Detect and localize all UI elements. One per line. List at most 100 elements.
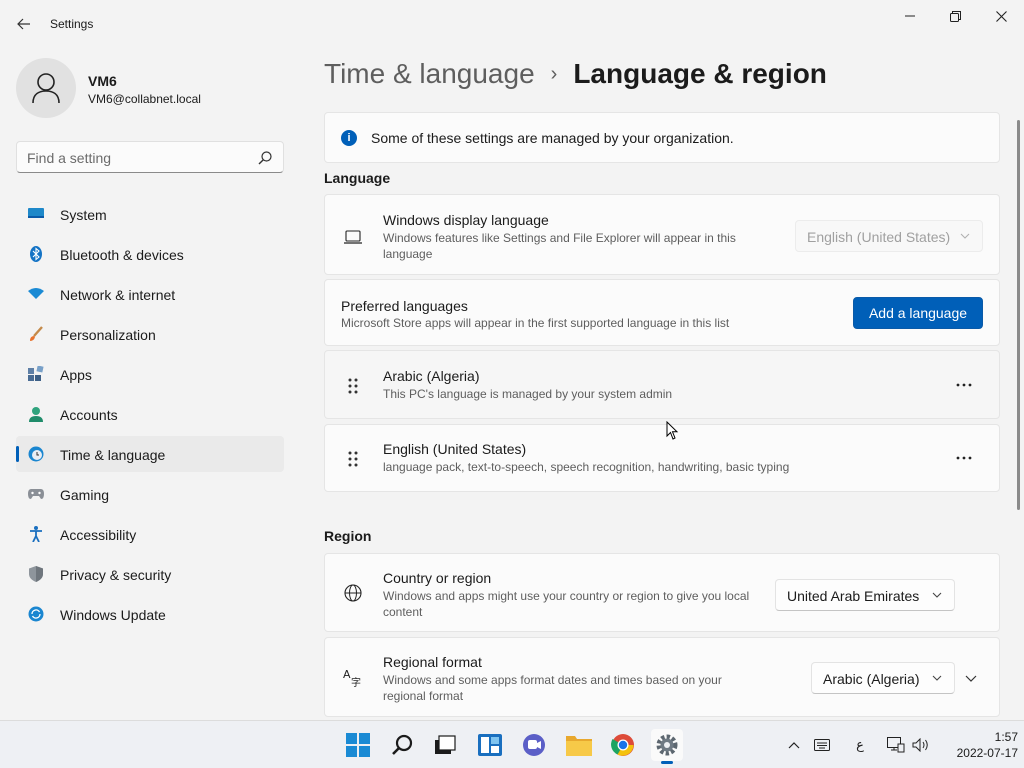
file-explorer-button[interactable] — [563, 729, 595, 761]
show-hidden-icons-button[interactable] — [784, 735, 804, 755]
svg-text:字: 字 — [351, 676, 361, 687]
minimize-icon — [905, 15, 915, 17]
sidebar-item-bluetooth[interactable]: Bluetooth & devices — [16, 236, 284, 272]
drag-handle-icon[interactable] — [347, 450, 359, 468]
network-icon — [28, 286, 44, 302]
more-icon — [956, 383, 972, 387]
apps-icon — [28, 366, 44, 382]
globe-icon — [344, 584, 362, 602]
language-detail: language pack, text-to-speech, speech re… — [383, 460, 790, 474]
display-language-card: Windows display language Windows feature… — [324, 194, 1000, 275]
info-text: Some of these settings are managed by yo… — [371, 130, 734, 146]
touch-keyboard-button[interactable] — [812, 735, 832, 755]
display-language-value: English (United States) — [807, 229, 951, 245]
volume-button[interactable] — [911, 735, 931, 755]
sidebar-item-accounts[interactable]: Accounts — [16, 396, 284, 432]
clock-date: 2022-07-17 — [956, 746, 1018, 760]
language-item[interactable]: Arabic (Algeria) This PC's language is m… — [324, 350, 1000, 419]
svg-text:A: A — [343, 668, 351, 681]
brush-icon — [28, 326, 44, 342]
taskbar: ع 1:57 2022-07-17 — [0, 720, 1024, 768]
taskbar-search-button[interactable] — [387, 729, 419, 761]
user-icon — [32, 73, 60, 104]
profile-email: VM6@collabnet.local — [88, 92, 201, 106]
clock-time: 1:57 — [994, 730, 1018, 744]
language-detail: This PC's language is managed by your sy… — [383, 387, 673, 401]
country-region-description: Windows and apps might use your country … — [383, 589, 750, 619]
preferred-languages-description: Microsoft Store apps will appear in the … — [341, 316, 730, 330]
accounts-icon — [28, 406, 44, 422]
scrollbar[interactable] — [1017, 120, 1020, 510]
regional-format-icon: A字 — [343, 668, 361, 687]
search-input[interactable]: Find a setting — [16, 141, 284, 173]
country-region-dropdown[interactable]: United Arab Emirates — [775, 579, 955, 611]
chrome-button[interactable] — [607, 729, 639, 761]
info-icon: i — [341, 130, 357, 146]
start-button[interactable] — [342, 729, 374, 761]
country-region-card: Country or region Windows and apps might… — [324, 553, 1000, 632]
sidebar-item-label: Time & language — [60, 447, 166, 463]
breadcrumb-separator: › — [550, 63, 558, 85]
country-region-title: Country or region — [383, 570, 492, 586]
sidebar-item-label: Windows Update — [60, 607, 166, 623]
breadcrumb: Time & language › Language & region — [324, 58, 827, 98]
breadcrumb-parent[interactable]: Time & language — [324, 58, 535, 89]
sidebar-item-label: Accessibility — [60, 527, 137, 543]
sidebar-item-accessibility[interactable]: Accessibility — [16, 516, 284, 552]
system-icon — [28, 206, 44, 222]
chevron-down-icon — [932, 592, 942, 598]
preferred-languages-title: Preferred languages — [341, 298, 468, 314]
expand-chevron-icon[interactable] — [965, 672, 977, 684]
country-region-value: United Arab Emirates — [787, 588, 920, 604]
sidebar-item-apps[interactable]: Apps — [16, 356, 284, 392]
avatar — [16, 58, 76, 118]
language-section-title: Language — [324, 170, 391, 186]
input-language-indicator[interactable]: ع — [850, 735, 870, 755]
sidebar-nav: System Bluetooth & devices Network & int… — [16, 196, 284, 636]
sidebar-item-privacy[interactable]: Privacy & security — [16, 556, 284, 592]
sidebar-item-windows-update[interactable]: Windows Update — [16, 596, 284, 632]
teams-chat-button[interactable] — [518, 729, 550, 761]
chevron-down-icon — [932, 675, 942, 681]
language-item[interactable]: English (United States) language pack, t… — [324, 424, 1000, 492]
sidebar-item-network[interactable]: Network & internet — [16, 276, 284, 312]
display-language-dropdown[interactable]: English (United States) — [795, 220, 983, 252]
preferred-languages-card: Preferred languages Microsoft Store apps… — [324, 279, 1000, 346]
windows-update-icon — [28, 606, 44, 622]
more-options-button[interactable] — [949, 375, 979, 395]
sidebar-item-personalization[interactable]: Personalization — [16, 316, 284, 352]
drag-handle-icon[interactable] — [347, 377, 359, 395]
more-icon — [956, 456, 972, 460]
close-button[interactable] — [978, 4, 1024, 28]
chrome-icon — [611, 734, 634, 756]
add-language-button[interactable]: Add a language — [853, 297, 983, 329]
taskbar-clock[interactable]: 1:57 2022-07-17 — [940, 729, 1018, 761]
file-explorer-icon — [566, 736, 592, 756]
display-language-title: Windows display language — [383, 212, 549, 228]
window-title: Settings — [50, 17, 94, 31]
sidebar-item-gaming[interactable]: Gaming — [16, 476, 284, 512]
chevron-down-icon — [960, 233, 970, 239]
keyboard-icon — [814, 739, 830, 751]
search-placeholder: Find a setting — [27, 150, 112, 166]
restore-icon — [949, 10, 961, 22]
sidebar-item-time-language[interactable]: Time & language — [16, 436, 284, 472]
regional-format-card[interactable]: A字 Regional format Windows and some apps… — [324, 637, 1000, 717]
maximize-button[interactable] — [932, 4, 978, 28]
sidebar-item-system[interactable]: System — [16, 196, 284, 232]
regional-format-title: Regional format — [383, 654, 482, 670]
task-view-button[interactable] — [429, 729, 461, 761]
mouse-cursor-icon — [666, 421, 679, 440]
regional-format-dropdown[interactable]: Arabic (Algeria) — [811, 662, 955, 694]
language-name: English (United States) — [383, 441, 527, 457]
volume-icon — [912, 738, 928, 752]
more-options-button[interactable] — [949, 448, 979, 468]
back-arrow-icon[interactable] — [12, 12, 36, 36]
start-icon — [346, 733, 370, 757]
user-profile[interactable]: VM6 VM6@collabnet.local — [16, 57, 284, 118]
minimize-button[interactable] — [887, 4, 933, 28]
sidebar-item-label: Accounts — [60, 407, 118, 423]
network-status-button[interactable] — [886, 735, 906, 755]
widgets-button[interactable] — [474, 729, 506, 761]
settings-button[interactable] — [651, 729, 683, 761]
